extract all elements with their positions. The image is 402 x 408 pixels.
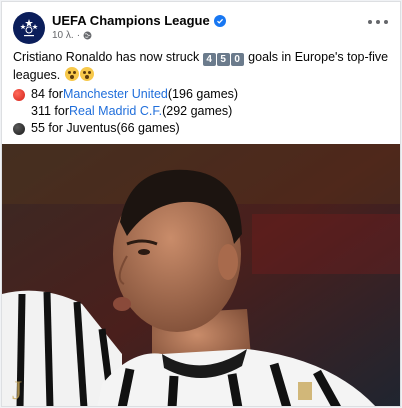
club-link[interactable]: Real Madrid C.F.	[69, 103, 162, 120]
meta-separator: ·	[76, 30, 81, 41]
stat-row: 55 for Juventus (66 games)	[13, 120, 393, 137]
post-text-before: Cristiano Ronaldo has now struck	[13, 50, 203, 64]
post-photo[interactable]: J	[2, 144, 400, 406]
dot-icon	[368, 20, 372, 24]
globe-icon[interactable]	[83, 31, 92, 40]
page-name-label[interactable]: UEFA Champions League	[52, 13, 210, 28]
champions-league-logo-icon	[20, 19, 38, 37]
stat-games: (196 games)	[167, 87, 239, 101]
verified-badge-icon	[213, 14, 226, 27]
astonished-face-icon	[79, 67, 94, 81]
club-link[interactable]: Manchester United	[63, 86, 168, 103]
player-photo-illustration: J	[2, 144, 400, 406]
post-text: Cristiano Ronaldo has now struck 450 goa…	[13, 48, 393, 84]
stats-list: 84 for Manchester United (196 games) 311…	[13, 86, 393, 137]
stat-row: 84 for Manchester United (196 games)	[13, 86, 393, 103]
svg-text:J: J	[12, 376, 22, 405]
stat-count: 84 for	[31, 87, 63, 101]
page-avatar[interactable]	[13, 12, 45, 44]
post-timestamp[interactable]: 10 λ.	[52, 30, 74, 41]
white-ball-icon	[13, 106, 25, 118]
stat-games: (66 games)	[116, 121, 180, 135]
post-meta: 10 λ. ·	[52, 30, 92, 41]
stat-count: 55 for Juventus	[31, 121, 117, 135]
keycap-digit: 5	[216, 53, 230, 66]
keycap-digit: 0	[230, 53, 244, 66]
facebook-post: UEFA Champions League 10 λ. · Cristiano …	[1, 1, 401, 407]
stat-games: (292 games)	[162, 104, 233, 118]
post-header: UEFA Champions League 10 λ. ·	[2, 2, 400, 44]
black-ball-icon	[13, 122, 25, 135]
dot-icon	[384, 20, 388, 24]
dot-icon	[376, 20, 380, 24]
stat-row: 311 for Real Madrid C.F. (292 games)	[13, 103, 393, 120]
keycap-digit: 4	[202, 53, 216, 66]
more-options-button[interactable]	[368, 16, 388, 28]
page-name[interactable]: UEFA Champions League	[52, 13, 226, 28]
stat-count: 311 for	[31, 104, 69, 118]
red-ball-icon	[13, 88, 25, 101]
astonished-face-icon	[64, 67, 79, 81]
